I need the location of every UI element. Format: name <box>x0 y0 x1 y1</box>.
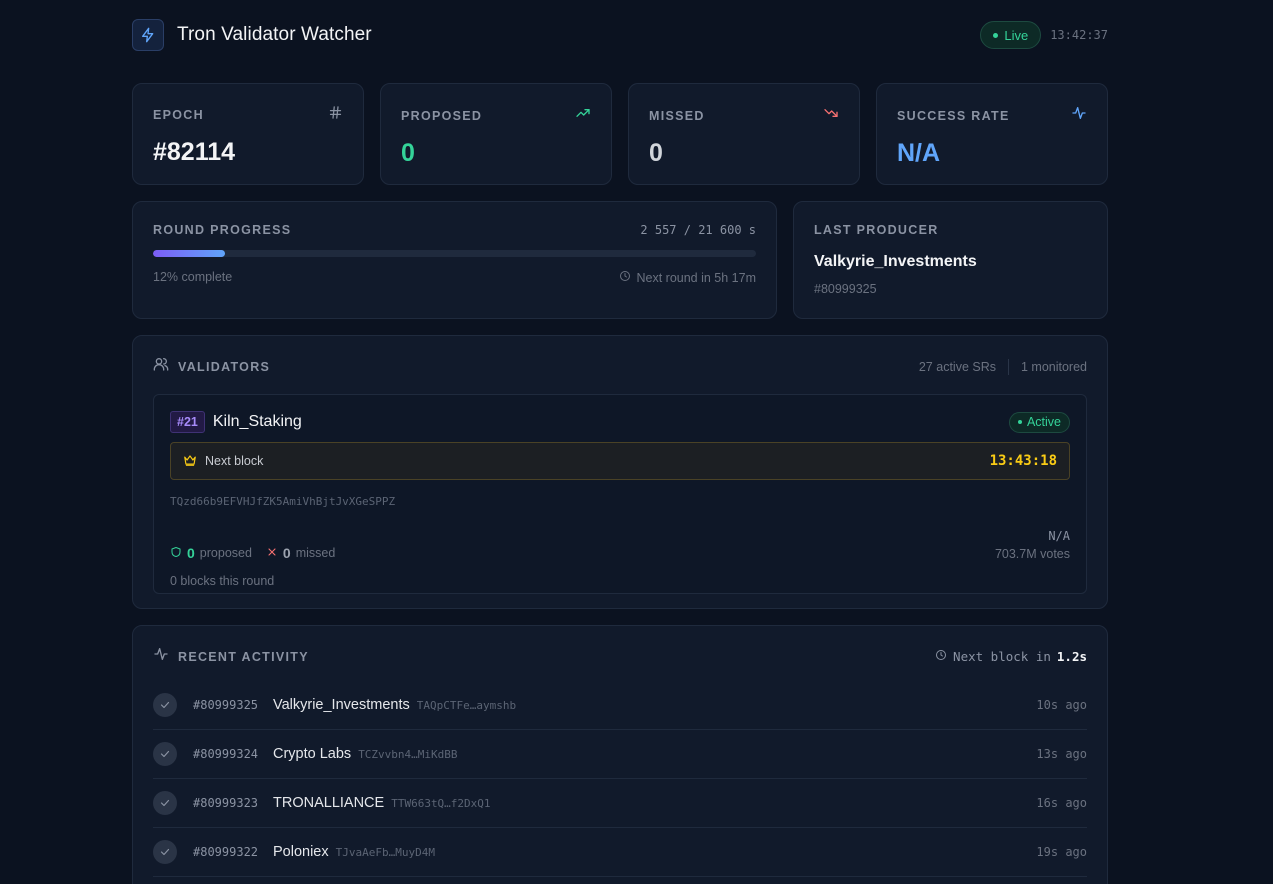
page-title: Tron Validator Watcher <box>177 24 372 45</box>
activity-block-number: #80999324 <box>193 747 259 761</box>
proposed-count: 0 <box>187 545 195 561</box>
activity-row[interactable]: #80999323 TRONALLIANCE TTW663tQ…f2DxQ1 1… <box>153 779 1087 828</box>
stat-card-proposed: PROPOSED 0 <box>380 83 612 185</box>
hash-icon <box>328 105 343 125</box>
live-dot-icon <box>993 32 999 38</box>
missed-count: 0 <box>282 545 291 561</box>
stat-label: SUCCESS RATE <box>897 108 1010 123</box>
next-block-label: Next block <box>205 454 264 468</box>
monitored-count: 1 monitored <box>1020 359 1087 374</box>
check-icon <box>153 791 177 815</box>
round-progress-count: 2 557 / 21 600 s <box>640 223 756 237</box>
validator-status-label: Active <box>1026 415 1061 429</box>
check-icon <box>153 840 177 864</box>
last-producer-block: #80999325 <box>814 282 877 296</box>
activity-time-ago: 16s ago <box>1036 796 1087 810</box>
validators-title: VALIDATORS <box>178 359 271 374</box>
last-producer-name: Valkyrie_Investments <box>814 253 977 270</box>
stat-value: N/A <box>897 139 941 167</box>
lightning-icon <box>132 19 164 51</box>
shield-icon <box>170 546 182 561</box>
clock-icon <box>935 649 947 664</box>
stat-card-missed: MISSED 0 <box>628 83 860 185</box>
stat-value: 0 <box>649 139 663 167</box>
activity-list: #80999325 Valkyrie_Investments TAQpCTFe…… <box>153 681 1087 877</box>
blocks-this-round: 0 blocks this round <box>170 574 275 588</box>
activity-address: TTW663tQ…f2DxQ1 <box>391 796 491 810</box>
last-producer-label: LAST PRODUCER <box>814 223 939 237</box>
live-status-badge: Live <box>980 21 1042 49</box>
next-block-prefix: Next block in <box>953 649 1051 664</box>
round-progress-card: ROUND PROGRESS 2 557 / 21 600 s 12% comp… <box>132 201 777 319</box>
trend-down-icon <box>823 105 839 126</box>
header-clock: 13:42:37 <box>1050 28 1108 42</box>
active-srs-count: 27 active SRs <box>918 359 996 374</box>
next-block-time: 13:43:18 <box>989 453 1057 469</box>
round-complete-text: 12% complete <box>153 270 233 284</box>
check-icon <box>153 693 177 717</box>
recent-activity-card: RECENT ACTIVITY Next block in 1.2s #8099… <box>132 625 1108 884</box>
validator-name: Kiln_Staking <box>212 413 302 430</box>
divider <box>1007 358 1009 375</box>
activity-address: TJvaAeFb…MuyD4M <box>335 845 435 859</box>
activity-row[interactable]: #80999322 Poloniex TJvaAeFb…MuyD4M 19s a… <box>153 828 1087 877</box>
crown-icon <box>183 453 197 470</box>
missed-label: missed <box>295 546 336 560</box>
stat-value: #82114 <box>153 138 236 166</box>
validator-address[interactable]: TQzd66b9EFVHJfZK5AmiVhBjtJvXGeSPPZ <box>170 495 1070 508</box>
activity-block-number: #80999323 <box>193 796 259 810</box>
check-icon <box>153 742 177 766</box>
activity-producer-name: Crypto Labs <box>273 746 352 762</box>
app-header: Tron Validator Watcher Live 13:42:37 <box>132 0 1108 70</box>
activity-row[interactable]: #80999324 Crypto Labs TCZvvbn4…MiKdBB 13… <box>153 730 1087 779</box>
stat-value: 0 <box>401 139 415 167</box>
validator-votes: 703.7M votes <box>994 547 1070 561</box>
validators-card: VALIDATORS 27 active SRs 1 monitored #21… <box>132 335 1108 609</box>
last-producer-card: LAST PRODUCER Valkyrie_Investments #8099… <box>793 201 1108 319</box>
stat-card-success-rate: SUCCESS RATE N/A <box>876 83 1108 185</box>
recent-activity-title: RECENT ACTIVITY <box>178 649 309 664</box>
round-progress-bar <box>153 250 756 257</box>
round-progress-label: ROUND PROGRESS <box>153 223 292 237</box>
activity-time-ago: 10s ago <box>1036 698 1087 712</box>
validator-rate: N/A <box>1048 529 1070 543</box>
activity-icon <box>153 646 169 667</box>
status-dot-icon <box>1017 420 1022 424</box>
trend-up-icon <box>575 105 591 126</box>
stat-label: PROPOSED <box>401 108 483 123</box>
validator-status-badge: Active <box>1008 411 1070 433</box>
x-icon <box>266 546 278 561</box>
activity-time-ago: 19s ago <box>1036 845 1087 859</box>
next-block-banner: Next block 13:43:18 <box>170 442 1070 480</box>
validator-item[interactable]: #21 Kiln_Staking Active Next block 13:43… <box>153 394 1087 594</box>
activity-producer-name: Valkyrie_Investments <box>273 697 410 713</box>
stat-label: MISSED <box>649 108 705 123</box>
activity-icon <box>1071 105 1087 126</box>
live-status-label: Live <box>1004 27 1029 43</box>
activity-block-number: #80999322 <box>193 845 259 859</box>
activity-row[interactable]: #80999325 Valkyrie_Investments TAQpCTFe…… <box>153 681 1087 730</box>
stat-card-epoch: EPOCH #82114 <box>132 83 364 185</box>
activity-time-ago: 13s ago <box>1036 747 1087 761</box>
next-block-countdown: 1.2s <box>1056 649 1087 664</box>
activity-address: TAQpCTFe…aymshb <box>416 698 517 712</box>
activity-address: TCZvvbn4…MiKdBB <box>358 747 458 761</box>
validator-rank-badge: #21 <box>170 411 205 433</box>
brand: Tron Validator Watcher <box>132 19 372 51</box>
proposed-label: proposed <box>199 546 252 560</box>
activity-producer-name: Poloniex <box>273 844 329 860</box>
activity-producer-name: TRONALLIANCE <box>273 795 385 811</box>
round-progress-fill <box>153 250 226 257</box>
stat-label: EPOCH <box>153 108 204 122</box>
activity-block-number: #80999325 <box>193 698 259 712</box>
clock-icon <box>619 270 631 285</box>
users-icon <box>153 356 169 377</box>
next-round-text: Next round in 5h 17m <box>636 270 756 285</box>
